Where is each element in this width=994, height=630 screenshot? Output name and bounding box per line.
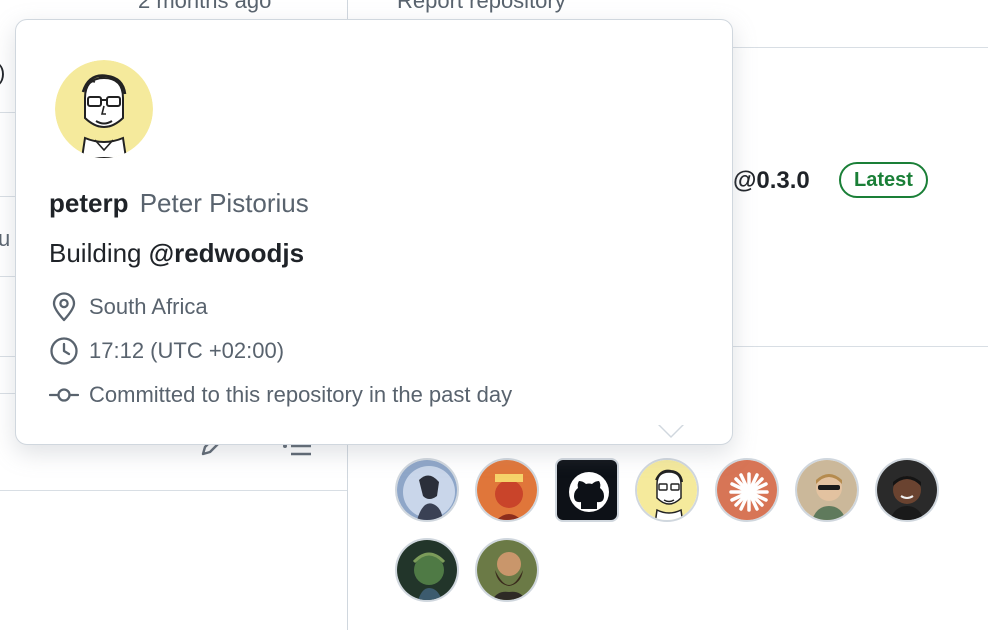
clock-icon: [49, 336, 79, 366]
partial-text: u: [0, 226, 11, 251]
divider: [0, 490, 347, 491]
hovercard-name-row: peterp Peter Pistorius: [49, 188, 309, 219]
partial-text: ): [0, 60, 5, 86]
contributor-avatar[interactable]: [875, 458, 939, 522]
contributor-avatar[interactable]: [475, 538, 539, 602]
contributor-avatar[interactable]: [715, 458, 779, 522]
bio-text: Building: [49, 238, 149, 268]
hovercard-location: South Africa: [49, 292, 208, 322]
contributor-avatar[interactable]: [795, 458, 859, 522]
report-repository-link[interactable]: Report repository: [397, 0, 566, 14]
contributor-avatar[interactable]: [555, 458, 619, 522]
git-commit-icon: [48, 380, 80, 410]
hovercard-full-name: Peter Pistorius: [139, 188, 309, 218]
contributor-avatar[interactable]: [395, 538, 459, 602]
release-date-text: 2 months ago: [138, 0, 272, 13]
contributor-avatar[interactable]: [475, 458, 539, 522]
hovercard-bio: Building @redwoodjs: [49, 238, 304, 269]
hovercard-commit-note: Committed to this repository in the past…: [48, 380, 513, 410]
contributor-avatar[interactable]: [395, 458, 459, 522]
hovercard-local-time: 17:12 (UTC +02:00): [49, 336, 284, 366]
bio-mention-link[interactable]: @redwoodjs: [149, 238, 304, 268]
contributor-avatar-peterp[interactable]: [635, 458, 699, 522]
commit-note-text: Committed to this repository in the past…: [89, 382, 513, 407]
user-hovercard: peterp Peter Pistorius Building @redwood…: [15, 19, 733, 445]
location-pin-icon: [49, 292, 79, 322]
local-time-text: 17:12 (UTC +02:00): [89, 338, 285, 363]
hovercard-caret-fill: [659, 424, 683, 436]
location-text: South Africa: [89, 294, 208, 319]
hovercard-login[interactable]: peterp: [49, 188, 128, 218]
release-version[interactable]: @0.3.0: [733, 167, 810, 195]
hovercard-avatar[interactable]: [55, 60, 153, 158]
latest-badge: Latest: [839, 162, 928, 198]
